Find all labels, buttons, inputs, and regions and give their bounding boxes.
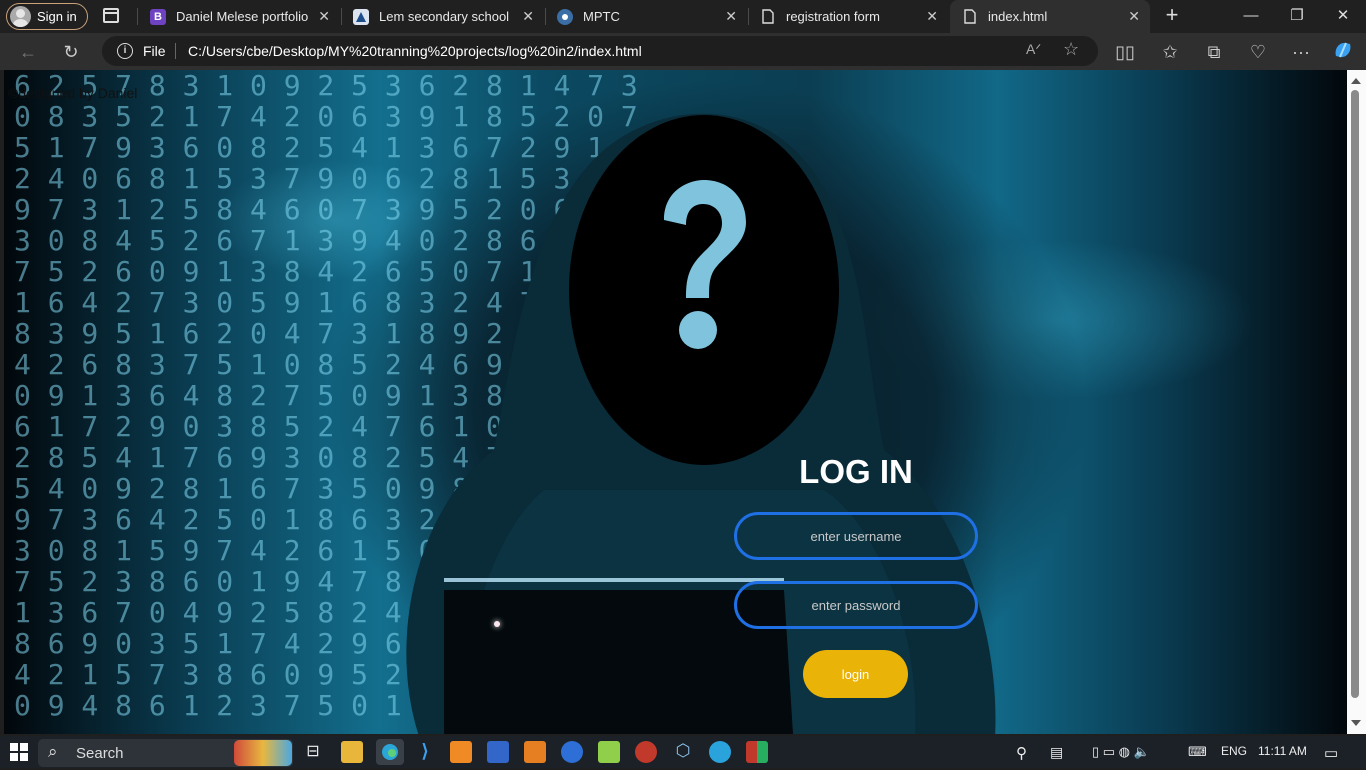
tab-title: MPTC: [583, 9, 620, 24]
tab-strip: Sign in B Daniel Melese portfolio ✕ Lem …: [0, 0, 1366, 33]
tab-index-html[interactable]: index.html ✕: [950, 0, 1150, 33]
language-indicator[interactable]: ENG: [1221, 744, 1247, 758]
app-icon[interactable]: [635, 741, 657, 763]
vscode-icon[interactable]: ⟩: [414, 741, 436, 763]
tab-registration-form[interactable]: registration form ✕: [748, 0, 948, 33]
copilot-icon[interactable]: [1330, 39, 1356, 65]
tab-title: Lem secondary school: [379, 9, 510, 24]
more-menu-icon[interactable]: ···: [1288, 39, 1314, 65]
sign-in-label: Sign in: [37, 9, 77, 24]
bootstrap-favicon-icon: B: [150, 8, 166, 25]
clock[interactable]: 11:11 AM: [1258, 744, 1307, 758]
collections-icon[interactable]: ⧉: [1201, 39, 1227, 65]
browser-essentials-icon[interactable]: ♡: [1245, 39, 1271, 65]
tab-actions-icon[interactable]: [103, 8, 119, 23]
login-button[interactable]: login: [803, 650, 908, 698]
virtualbox-icon[interactable]: ⬡: [672, 741, 694, 763]
xampp-icon[interactable]: [450, 741, 472, 763]
edge-icon: [382, 744, 398, 760]
close-icon[interactable]: ✕: [926, 8, 938, 25]
info-icon[interactable]: i: [117, 43, 133, 59]
page-scrollbar[interactable]: [1347, 70, 1366, 734]
username-input[interactable]: [734, 512, 978, 560]
app-icon[interactable]: [487, 741, 509, 763]
tab-title: Daniel Melese portfolio: [176, 9, 309, 24]
designer-credit: ©designed by Daniel: [8, 85, 138, 101]
windows-start-icon[interactable]: [8, 741, 30, 763]
favorite-star-icon[interactable]: ☆: [1063, 39, 1079, 60]
document-favicon-icon: [760, 9, 776, 25]
page-viewport: 6 2 5 7 8 3 1 0 9 2 5 3 6 2 8 1 4 7 3 0 …: [4, 70, 1347, 734]
tray-icons[interactable]: ▯ ▭ ◍ 🔈: [1092, 744, 1150, 760]
address-divider: [175, 43, 176, 59]
scroll-down-arrow-icon[interactable]: [1351, 720, 1361, 726]
close-icon[interactable]: ✕: [318, 8, 330, 25]
app-icon[interactable]: [561, 741, 583, 763]
tab-mptc[interactable]: MPTC ✕: [545, 0, 747, 33]
back-arrow-icon[interactable]: ←: [15, 39, 41, 65]
search-icon: ⌕: [48, 742, 58, 761]
task-view-icon[interactable]: ⊟: [302, 741, 324, 763]
search-highlight-image: [234, 740, 292, 766]
scroll-up-arrow-icon[interactable]: [1351, 78, 1361, 84]
scrollbar-thumb[interactable]: [1351, 90, 1359, 698]
taskbar-search-box[interactable]: ⌕ Search: [38, 739, 293, 767]
laptop-light-dot: [494, 621, 500, 627]
read-aloud-icon[interactable]: Aᐟ: [1026, 41, 1041, 58]
refresh-icon[interactable]: ↻: [58, 39, 84, 65]
sublime-icon[interactable]: [524, 741, 546, 763]
people-icon[interactable]: ⚲: [1016, 744, 1027, 762]
favorites-icon[interactable]: ✩: [1157, 39, 1183, 65]
notification-icon[interactable]: ▭: [1324, 744, 1338, 762]
windows-taskbar: ⌕ Search ⊟ ⟩ ⬡ ⚲ ▤ ▯ ▭ ◍ 🔈 ⌨ ENG 11:11 A…: [0, 736, 1366, 768]
tab-lem-secondary-school[interactable]: Lem secondary school ✕: [341, 0, 544, 33]
app-icon[interactable]: [746, 741, 768, 763]
document-favicon-icon: [962, 9, 978, 25]
edge-taskbar-button[interactable]: [376, 739, 404, 765]
search-label: Search: [76, 745, 124, 762]
file-explorer-icon[interactable]: [341, 741, 363, 763]
keyboard-icon[interactable]: ⌨: [1188, 744, 1207, 760]
question-mark-icon: [664, 180, 746, 349]
close-icon[interactable]: ✕: [522, 8, 534, 25]
close-icon[interactable]: ✕: [1128, 8, 1140, 25]
telegram-icon[interactable]: [709, 741, 731, 763]
minimize-button[interactable]: —: [1236, 4, 1266, 28]
url-text[interactable]: C:/Users/cbe/Desktop/MY%20tranning%20pro…: [188, 43, 642, 59]
login-title: LOG IN: [799, 453, 913, 490]
scheme-label: File: [143, 43, 166, 59]
password-input[interactable]: [734, 581, 978, 629]
profile-avatar-icon: [10, 6, 31, 27]
tab-title: index.html: [988, 9, 1048, 24]
browser-toolbar: ← ↻ i File C:/Users/cbe/Desktop/MY%20tra…: [0, 33, 1366, 70]
new-tab-button[interactable]: +: [1160, 4, 1184, 28]
sign-in-button[interactable]: Sign in: [6, 3, 88, 30]
mptc-favicon-icon: [557, 8, 573, 25]
school-favicon-icon: [353, 8, 369, 25]
restore-button[interactable]: ❐: [1282, 4, 1312, 28]
tab-title: registration form: [786, 9, 880, 24]
close-window-button[interactable]: ✕: [1328, 4, 1358, 28]
close-icon[interactable]: ✕: [725, 8, 737, 25]
notepad-icon[interactable]: [598, 741, 620, 763]
split-screen-icon[interactable]: ▯▯: [1112, 39, 1138, 65]
tab-daniel-portfolio[interactable]: B Daniel Melese portfolio ✕: [138, 0, 340, 33]
address-bar[interactable]: i File C:/Users/cbe/Desktop/MY%20trannin…: [102, 36, 1098, 66]
news-icon[interactable]: ▤: [1050, 744, 1063, 761]
